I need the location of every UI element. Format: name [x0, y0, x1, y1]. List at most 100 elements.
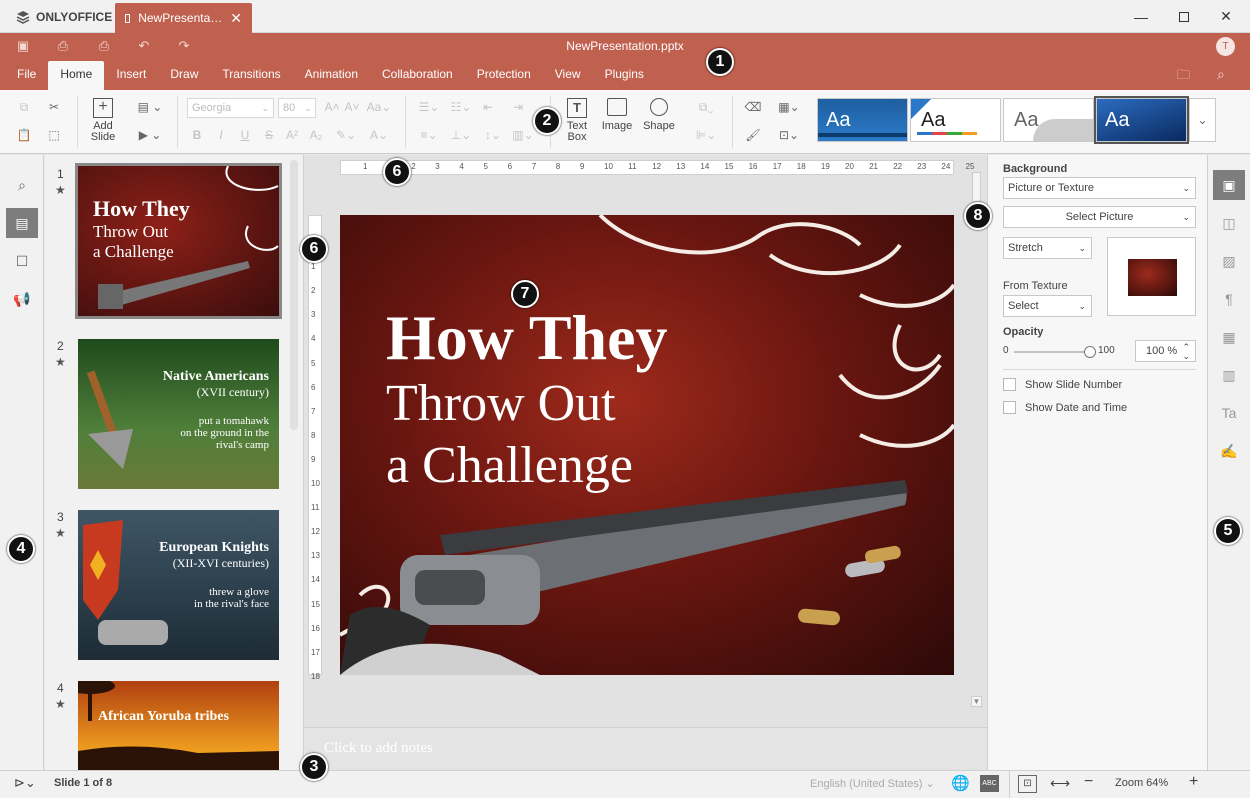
- bullets-icon[interactable]: ☰⌄: [416, 98, 442, 116]
- strikethrough-icon[interactable]: S: [261, 126, 277, 144]
- spellcheck-icon[interactable]: ABC: [980, 775, 999, 792]
- cut-icon[interactable]: ✂: [44, 98, 64, 116]
- font-size-combo[interactable]: 80 ⌄: [278, 98, 316, 118]
- slides-panel-icon[interactable]: ▤: [6, 208, 38, 238]
- texture-select[interactable]: Select ⌄: [1003, 295, 1092, 317]
- text-box-button[interactable]: T Text Box: [560, 96, 594, 148]
- theme-white-stripe[interactable]: Aa: [910, 98, 1001, 143]
- notes-panel[interactable]: Click to add notes: [304, 727, 987, 770]
- tab-collaboration[interactable]: Collaboration: [370, 61, 465, 90]
- language-select[interactable]: English (United States) ⌄: [810, 777, 935, 790]
- comments-icon[interactable]: ☐: [6, 246, 38, 276]
- highlight-color-icon[interactable]: ✎⌄: [333, 126, 359, 144]
- slide-subtitle-line-1[interactable]: Throw Out: [386, 373, 668, 435]
- theme-grey-wave[interactable]: Aa: [1003, 98, 1094, 142]
- slide-settings-icon[interactable]: ▣: [1213, 170, 1245, 200]
- copy-style-icon[interactable]: 🖌: [744, 126, 762, 144]
- shape-button[interactable]: Shape: [640, 96, 678, 148]
- start-slideshow-icon[interactable]: ▶ ⌄: [136, 126, 164, 144]
- tab-draw[interactable]: Draw: [158, 61, 210, 90]
- change-case-icon[interactable]: Aa⌄: [366, 98, 392, 116]
- font-color-icon[interactable]: A⌄: [366, 126, 392, 144]
- numbering-icon[interactable]: ☷⌄: [448, 98, 474, 116]
- subscript-icon[interactable]: A₂: [308, 126, 324, 144]
- tab-home[interactable]: Home: [48, 61, 105, 90]
- tab-insert[interactable]: Insert: [104, 61, 158, 90]
- chart-settings-icon[interactable]: ▥: [1213, 360, 1245, 390]
- open-file-location-icon[interactable]: 🗀: [1177, 66, 1197, 84]
- minimize-button[interactable]: —: [1120, 0, 1162, 33]
- show-slide-number-checkbox[interactable]: [1003, 378, 1016, 391]
- theme-blue[interactable]: Aa: [817, 98, 908, 142]
- tab-protection[interactable]: Protection: [465, 61, 543, 90]
- underline-icon[interactable]: U: [237, 126, 253, 144]
- user-avatar[interactable]: T: [1216, 37, 1235, 56]
- vertical-align-icon[interactable]: ⊥⌄: [448, 126, 474, 144]
- fit-width-icon[interactable]: ⟷: [1050, 775, 1070, 792]
- close-window-button[interactable]: ✕: [1205, 0, 1247, 33]
- slide-thumbnail-2[interactable]: Native Americans (XVII century) put a to…: [78, 339, 279, 489]
- decrease-indent-icon[interactable]: ⇤: [480, 98, 496, 116]
- slide-title-block[interactable]: How They Throw Out a Challenge: [386, 303, 668, 497]
- opacity-slider-track[interactable]: [1014, 351, 1090, 353]
- scroll-down-icon[interactable]: ▼: [971, 696, 982, 707]
- select-picture-button[interactable]: Select Picture ⌄: [1003, 206, 1196, 228]
- italic-icon[interactable]: I: [213, 126, 229, 144]
- columns-icon[interactable]: ▥⌄: [510, 126, 536, 144]
- show-slide-number-label[interactable]: Show Slide Number: [1025, 379, 1122, 391]
- tab-view[interactable]: View: [543, 61, 593, 90]
- show-date-time-checkbox[interactable]: [1003, 401, 1016, 414]
- fit-slide-icon[interactable]: ⊡: [1018, 775, 1037, 793]
- fill-type-select[interactable]: Picture or Texture ⌄: [1003, 177, 1196, 199]
- slide-size-icon[interactable]: ⊡⌄: [776, 126, 802, 144]
- tab-plugins[interactable]: Plugins: [593, 61, 656, 90]
- image-button[interactable]: Image: [598, 96, 636, 148]
- add-slide-button[interactable]: + Add Slide: [86, 96, 120, 148]
- zoom-level[interactable]: Zoom 64%: [1115, 777, 1168, 789]
- slide-layout-icon[interactable]: ▤ ⌄: [136, 98, 164, 116]
- maximize-button[interactable]: [1163, 0, 1205, 33]
- scrollbar-thumb[interactable]: [972, 172, 981, 202]
- close-tab-icon[interactable]: ✕: [230, 10, 242, 27]
- show-date-time-label[interactable]: Show Date and Time: [1025, 402, 1127, 414]
- zoom-in-icon[interactable]: +: [1189, 773, 1198, 791]
- opacity-spinner[interactable]: 100 % ⌃ ⌄: [1135, 340, 1196, 362]
- increase-font-icon[interactable]: A˄: [324, 98, 340, 116]
- more-themes-button[interactable]: ⌄: [1189, 98, 1216, 142]
- shape-settings-icon[interactable]: ◫: [1213, 208, 1245, 238]
- slideshow-icon[interactable]: ⊳⌄: [14, 775, 36, 791]
- slide-subtitle-line-2[interactable]: a Challenge: [386, 435, 668, 497]
- tab-transitions[interactable]: Transitions: [210, 61, 292, 90]
- globe-icon[interactable]: 🌐: [951, 774, 970, 792]
- line-spacing-icon[interactable]: ↕⌄: [480, 126, 506, 144]
- feedback-icon[interactable]: 📢: [6, 284, 38, 314]
- editor-scrollbar[interactable]: ▼: [971, 170, 982, 720]
- opacity-slider-thumb[interactable]: [1084, 346, 1096, 358]
- font-name-combo[interactable]: Georgia ⌄: [187, 98, 274, 118]
- select-all-icon[interactable]: ⬚: [44, 126, 64, 144]
- notes-placeholder[interactable]: Click to add notes: [324, 740, 433, 757]
- arrange-icon[interactable]: ⧉⌄: [693, 98, 719, 116]
- bold-icon[interactable]: B: [189, 126, 205, 144]
- horizontal-align-icon[interactable]: ≡⌄: [416, 126, 442, 144]
- slide-thumbnail-1[interactable]: How They Throw Out a Challenge: [75, 163, 282, 319]
- current-slide[interactable]: How They Throw Out a Challenge: [340, 215, 954, 675]
- slide-thumbnail-4[interactable]: African Yoruba tribes: [78, 681, 279, 770]
- tab-file[interactable]: File: [5, 61, 48, 90]
- color-scheme-icon[interactable]: ▦⌄: [776, 98, 802, 116]
- search-icon[interactable]: ⌕: [6, 170, 38, 200]
- text-art-settings-icon[interactable]: Ta: [1213, 398, 1245, 428]
- app-logo[interactable]: ONLYOFFICE: [0, 0, 115, 33]
- theme-dark-blue-selected[interactable]: Aa: [1094, 96, 1189, 144]
- search-header-icon[interactable]: ⌕: [1217, 66, 1237, 84]
- paragraph-settings-icon[interactable]: ¶: [1213, 284, 1245, 314]
- clear-style-icon[interactable]: ⌫: [744, 98, 762, 116]
- tab-animation[interactable]: Animation: [293, 61, 370, 90]
- paste-icon[interactable]: 📋: [14, 126, 34, 144]
- decrease-font-icon[interactable]: A˅: [344, 98, 360, 116]
- increase-indent-icon[interactable]: ⇥: [510, 98, 526, 116]
- image-settings-icon[interactable]: ▨: [1213, 246, 1245, 276]
- table-settings-icon[interactable]: ▦: [1213, 322, 1245, 352]
- thumbnails-scrollbar[interactable]: [290, 160, 298, 430]
- document-tab[interactable]: NewPresenta… ✕: [115, 3, 252, 33]
